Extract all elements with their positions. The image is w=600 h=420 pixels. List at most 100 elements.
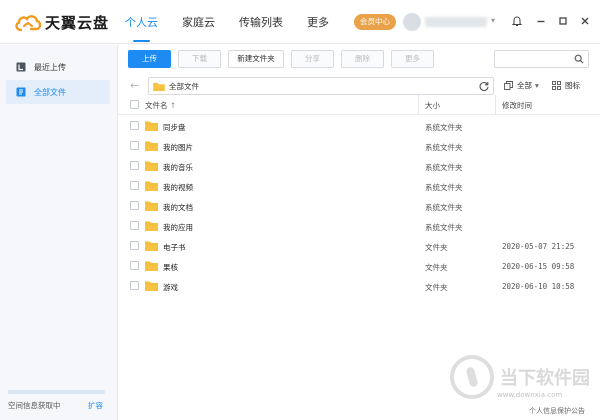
minimize-icon[interactable] <box>533 13 549 29</box>
main-nav: 个人云 家庭云 传输列表 更多 <box>125 14 353 42</box>
nav-more[interactable]: 更多 <box>307 14 329 34</box>
avatar[interactable] <box>403 13 421 31</box>
folder-icon <box>145 161 158 171</box>
new-folder-button[interactable]: 新建文件夹 <box>228 50 284 68</box>
folder-icon <box>145 281 158 291</box>
file-type: 系统文件夹 <box>425 203 463 212</box>
folder-icon <box>145 201 158 211</box>
table-row[interactable]: 我的图片 系统文件夹 <box>118 136 600 156</box>
row-checkbox[interactable] <box>130 221 139 230</box>
copy-icon <box>504 81 513 90</box>
nav-personal-cloud[interactable]: 个人云 <box>125 14 158 42</box>
file-modified-date: 2020-06-10 10:58 <box>502 282 575 291</box>
row-checkbox[interactable] <box>130 201 139 210</box>
column-divider[interactable] <box>495 95 496 115</box>
app-name: 天翼云盘 <box>45 14 110 32</box>
expand-storage-link[interactable]: 扩容 <box>88 400 103 411</box>
share-button[interactable]: 分享 <box>291 50 334 68</box>
title-bar: 天翼云盘 个人云 家庭云 传输列表 更多 会员中心 ▾ <box>0 0 600 44</box>
maximize-icon[interactable] <box>555 13 571 29</box>
column-divider[interactable] <box>418 95 419 115</box>
table-row[interactable]: 游戏 文件夹 2020-06-10 10:58 <box>118 276 600 296</box>
file-name[interactable]: 我的音乐 <box>163 162 193 173</box>
sidebar-item-label: 最近上传 <box>34 62 66 72</box>
file-type: 文件夹 <box>425 283 448 292</box>
toolbar: 上传 下载 新建文件夹 分享 删除 更多 <box>128 50 441 70</box>
folder-icon <box>145 141 158 151</box>
row-checkbox[interactable] <box>130 141 139 150</box>
username-blurred[interactable] <box>425 17 487 27</box>
row-checkbox[interactable] <box>130 261 139 270</box>
chevron-down-icon: ▾ <box>535 81 539 90</box>
file-name[interactable]: 电子书 <box>163 242 186 253</box>
column-size-header[interactable]: 大小 <box>425 100 440 111</box>
refresh-icon[interactable] <box>478 80 490 92</box>
row-checkbox[interactable] <box>130 161 139 170</box>
view-mode-toggle[interactable]: 图标 <box>552 80 580 91</box>
row-checkbox[interactable] <box>130 181 139 190</box>
file-type: 系统文件夹 <box>425 223 463 232</box>
file-name[interactable]: 我的图片 <box>163 142 193 153</box>
current-path: 全部文件 <box>169 81 199 91</box>
table-row[interactable]: 我的应用 系统文件夹 <box>118 216 600 236</box>
filter-label: 全部 <box>517 81 532 90</box>
file-type: 系统文件夹 <box>425 183 463 192</box>
column-modified-header[interactable]: 修改时间 <box>502 100 532 111</box>
file-name[interactable]: 游戏 <box>163 282 178 293</box>
grid-icon <box>552 81 561 90</box>
more-button[interactable]: 更多 <box>391 50 434 68</box>
file-type: 系统文件夹 <box>425 163 463 172</box>
table-row[interactable]: 同步盘 系统文件夹 <box>118 116 600 136</box>
bell-icon[interactable] <box>509 13 525 29</box>
search-input[interactable] <box>494 50 589 68</box>
file-type: 文件夹 <box>425 243 448 252</box>
upload-button[interactable]: 上传 <box>128 50 171 68</box>
chevron-down-icon[interactable]: ▾ <box>491 16 495 25</box>
table-header: 文件名 ↑ 大小 修改时间 <box>118 95 600 115</box>
watermark-url: www.downxia.com <box>497 391 563 399</box>
sidebar-item-all-files[interactable]: 全部文件 <box>6 80 110 104</box>
close-icon[interactable] <box>577 13 593 29</box>
row-checkbox[interactable] <box>130 121 139 130</box>
row-checkbox[interactable] <box>130 241 139 250</box>
back-arrow-icon[interactable]: ← <box>130 80 142 92</box>
cloud-logo-icon <box>15 14 42 31</box>
file-name[interactable]: 我的视频 <box>163 182 193 193</box>
storage-progress-bar <box>8 390 105 394</box>
sidebar: 最近上传 全部文件 空间信息获取中 扩容 <box>0 45 118 420</box>
vip-center-button[interactable]: 会员中心 <box>354 14 396 30</box>
folder-icon <box>145 221 158 231</box>
table-row[interactable]: 我的音乐 系统文件夹 <box>118 156 600 176</box>
watermark-text: 当下软件园 <box>500 368 590 389</box>
search-icon[interactable] <box>574 54 584 64</box>
column-name-header[interactable]: 文件名 ↑ <box>145 100 176 111</box>
watermark-logo-icon <box>450 355 494 399</box>
file-name[interactable]: 我的文档 <box>163 202 193 213</box>
file-type: 系统文件夹 <box>425 143 463 152</box>
table-row[interactable]: 电子书 文件夹 2020-05-07 21:25 <box>118 236 600 256</box>
table-row[interactable]: 我的文档 系统文件夹 <box>118 196 600 216</box>
folder-icon <box>145 241 158 251</box>
table-row[interactable]: 我的视频 系统文件夹 <box>118 176 600 196</box>
path-bar[interactable]: 全部文件 <box>148 77 494 95</box>
row-checkbox[interactable] <box>130 281 139 290</box>
select-all-checkbox[interactable] <box>130 100 139 109</box>
file-name[interactable]: 同步盘 <box>163 122 186 133</box>
table-row[interactable]: 果核 文件夹 2020-06-15 09:58 <box>118 256 600 276</box>
file-modified-date: 2020-06-15 09:58 <box>502 262 575 271</box>
folder-icon <box>153 82 165 91</box>
download-button[interactable]: 下载 <box>178 50 221 68</box>
filter-dropdown[interactable]: 全部 ▾ <box>504 80 539 91</box>
file-type: 系统文件夹 <box>425 123 463 132</box>
file-name[interactable]: 我的应用 <box>163 222 193 233</box>
nav-family-cloud[interactable]: 家庭云 <box>182 14 215 34</box>
delete-button[interactable]: 删除 <box>341 50 384 68</box>
file-type: 文件夹 <box>425 263 448 272</box>
sidebar-item-recent-upload[interactable]: 最近上传 <box>6 55 110 79</box>
file-name[interactable]: 果核 <box>163 262 178 273</box>
nav-transfer-list[interactable]: 传输列表 <box>239 14 283 34</box>
folder-icon <box>145 121 158 131</box>
app-logo: 天翼云盘 <box>14 12 109 33</box>
all-files-icon <box>16 87 26 97</box>
privacy-notice-link[interactable]: 个人信息保护公告 <box>529 406 585 416</box>
